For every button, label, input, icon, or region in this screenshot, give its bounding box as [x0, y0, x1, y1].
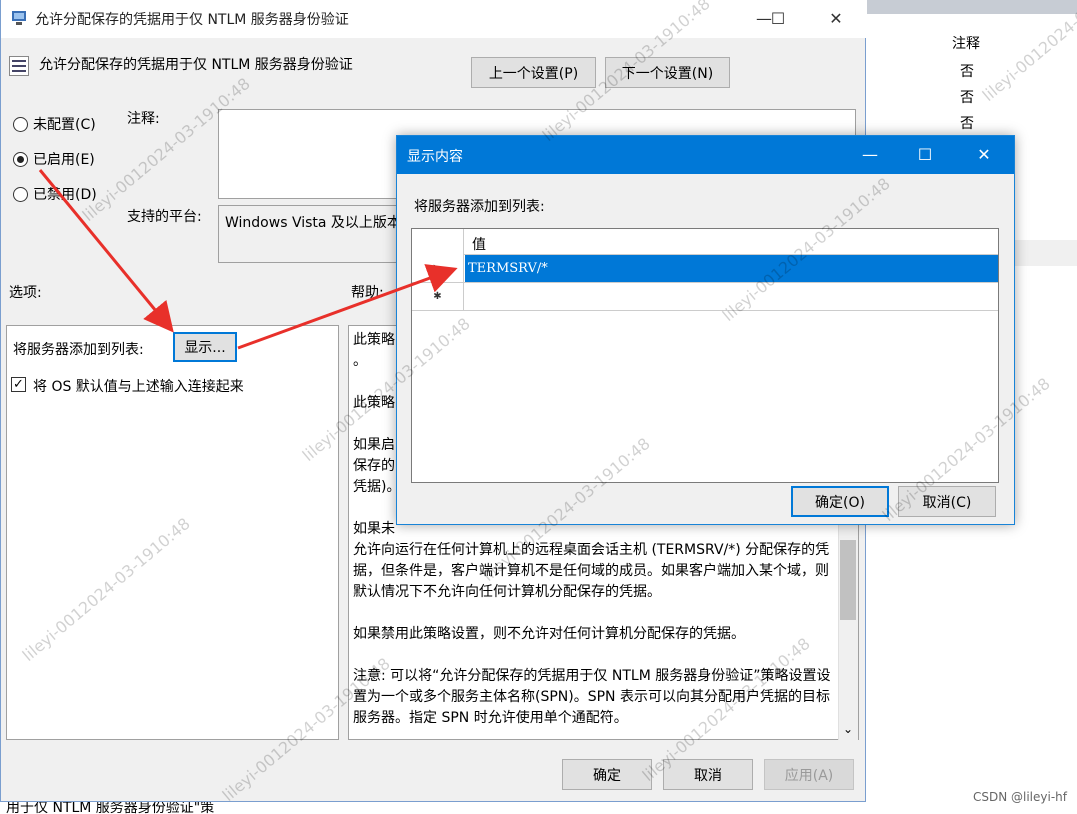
radio-disabled[interactable]: 已禁用(D) — [13, 184, 97, 204]
grid-column-header[interactable]: 值 — [472, 234, 486, 254]
next-setting-button[interactable]: 下一个设置(N) — [605, 57, 730, 88]
radio-circle-selected[interactable] — [13, 151, 28, 167]
csdn-credit: CSDN @lileyi-hf — [972, 790, 1067, 804]
maximize-button[interactable]: ☐ — [761, 6, 795, 32]
values-grid[interactable]: 值 ▶ TERMSRV/* ✱ — [411, 228, 999, 483]
dialog-ok-button[interactable]: 确定(O) — [791, 486, 889, 517]
dialog-title: 显示内容 — [407, 149, 463, 165]
close-button[interactable]: ✕ — [819, 6, 853, 32]
grid-corner — [412, 229, 464, 255]
row-pointer-icon: ▶ — [412, 255, 464, 283]
background-row-highlight — [1014, 240, 1077, 266]
background-cell: 否 — [960, 90, 974, 106]
grid-cell[interactable]: TERMSRV/* — [465, 255, 998, 282]
help-scroll-thumb[interactable] — [840, 540, 856, 620]
policy-setting-icon — [9, 56, 29, 76]
new-row-asterisk-icon: ✱ — [412, 283, 464, 311]
options-label: 选项: — [9, 285, 42, 301]
policy-app-icon — [12, 11, 26, 25]
dialog-cancel-button[interactable]: 取消(C) — [898, 486, 996, 517]
grid-row[interactable]: ▶ TERMSRV/* — [412, 255, 998, 283]
add-servers-label: 将服务器添加到列表: — [13, 342, 144, 358]
show-contents-dialog: 显示内容 — ☐ ✕ 将服务器添加到列表: 值 ▶ TERMSRV/* ✱ 确定… — [396, 135, 1015, 525]
radio-circle[interactable] — [13, 116, 28, 132]
radio-enabled[interactable]: 已启用(E) — [13, 149, 95, 169]
background-column-header: 注释 — [952, 36, 980, 52]
dialog-minimize-button[interactable]: — — [853, 142, 887, 168]
grid-header: 值 — [412, 229, 998, 255]
radio-not-configured[interactable]: 未配置(C) — [13, 114, 96, 134]
cancel-button[interactable]: 取消 — [663, 759, 753, 790]
ok-button[interactable]: 确定 — [562, 759, 652, 790]
concat-checkbox[interactable]: ✓ — [11, 377, 26, 392]
platform-label: 支持的平台: — [127, 209, 202, 225]
policy-window-title: 允许分配保存的凭据用于仅 NTLM 服务器身份验证 — [35, 12, 349, 28]
dialog-close-button[interactable]: ✕ — [967, 142, 1001, 168]
concat-checkbox-label: 将 OS 默认值与上述输入连接起来 — [33, 379, 244, 395]
dialog-maximize-button[interactable]: ☐ — [908, 142, 942, 168]
policy-header-title: 允许分配保存的凭据用于仅 NTLM 服务器身份验证 — [39, 57, 353, 73]
previous-setting-button[interactable]: 上一个设置(P) — [471, 57, 596, 88]
radio-label: 未配置(C) — [33, 117, 96, 133]
comment-label: 注释: — [127, 111, 160, 127]
grid-new-row[interactable]: ✱ — [412, 283, 998, 311]
radio-circle[interactable] — [13, 186, 28, 202]
chevron-down-icon[interactable]: ⌄ — [840, 720, 856, 738]
background-bottom-text: 用于仅 NTLM 服务器身份验证"策 — [0, 800, 866, 814]
help-label: 帮助: — [351, 285, 384, 301]
background-titlebar — [866, 0, 1077, 14]
show-button[interactable]: 显示... — [173, 332, 237, 362]
radio-label: 已禁用(D) — [33, 187, 97, 203]
background-cell: 否 — [960, 116, 974, 132]
apply-button: 应用(A) — [764, 759, 854, 790]
radio-label: 已启用(E) — [33, 152, 95, 168]
background-cell: 否 — [960, 64, 974, 80]
policy-titlebar: 允许分配保存的凭据用于仅 NTLM 服务器身份验证 — ☐ ✕ — [1, 0, 867, 38]
dialog-titlebar: 显示内容 — ☐ ✕ — [397, 136, 1014, 174]
grid-cell[interactable] — [465, 283, 998, 310]
dialog-prompt: 将服务器添加到列表: — [414, 199, 545, 215]
